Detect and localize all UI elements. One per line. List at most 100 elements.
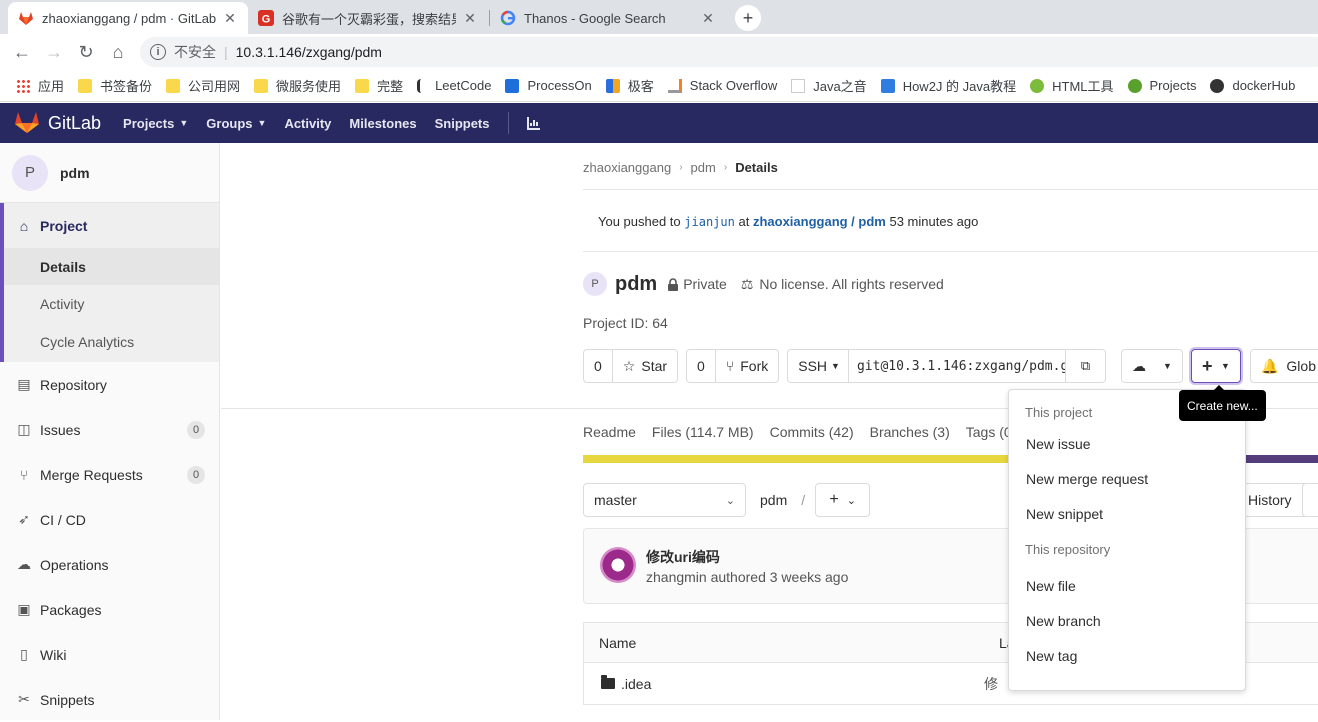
nav-projects[interactable]: Projects ▼ (123, 116, 188, 131)
how2j-icon (880, 78, 895, 93)
path-segment[interactable]: pdm (760, 492, 787, 508)
bookmark-leetcode[interactable]: LeetCode (417, 78, 491, 93)
tab-thanos[interactable]: Thanos - Google Search ✕ (490, 2, 726, 34)
bookmark-folder[interactable]: 完整 (355, 76, 403, 95)
sidebar-item-operations[interactable]: ☁ Operations (0, 542, 219, 587)
close-icon[interactable]: ✕ (700, 10, 716, 27)
bookmark-folder[interactable]: 书签备份 (78, 76, 152, 95)
project-id: Project ID: 64 (583, 315, 668, 331)
bookmark-apps[interactable]: 应用 (16, 76, 64, 95)
browser-tab-strip: zhaoxianggang / pdm · GitLab ✕ G 谷歌有一个灭霸… (0, 0, 1318, 34)
bookmark-processon[interactable]: ProcessOn (505, 78, 592, 93)
nav-activity[interactable]: Activity (284, 116, 331, 131)
bookmark-java[interactable]: Java之音 (791, 76, 867, 95)
page-title: pdm (615, 272, 658, 295)
sidebar-item-snippets[interactable]: ✂ Snippets (0, 677, 219, 722)
add-to-tree-button[interactable]: + ⌄ (815, 483, 871, 517)
menu-new-file[interactable]: New file (1009, 568, 1245, 603)
avatar: P (583, 272, 607, 296)
breadcrumb-namespace[interactable]: zhaoxianggang (583, 160, 671, 175)
branch-select[interactable]: master ⌄ (583, 483, 746, 517)
java-icon (791, 78, 806, 93)
sidebar-item-ci-cd[interactable]: ➶ CI / CD (0, 497, 219, 542)
tab-gitlab[interactable]: zhaoxianggang / pdm · GitLab ✕ (8, 2, 248, 34)
sidebar-subitem-details[interactable]: Details (4, 248, 219, 285)
sidebar-subitem-cycle-analytics[interactable]: Cycle Analytics (4, 322, 219, 362)
mr-count-badge: 0 (187, 465, 205, 484)
leetcode-icon (417, 78, 427, 93)
menu-new-snippet[interactable]: New snippet (1009, 496, 1245, 531)
create-new-dropdown: This project New issue New merge request… (1008, 389, 1246, 691)
menu-new-issue[interactable]: New issue (1009, 426, 1245, 461)
star-count[interactable]: 0 (583, 349, 613, 383)
bookmark-stackoverflow[interactable]: Stack Overflow (667, 78, 777, 93)
stat-files[interactable]: Files (114.7 MB) (652, 424, 754, 440)
breadcrumb-project[interactable]: pdm (691, 160, 716, 175)
menu-new-branch[interactable]: New branch (1009, 603, 1245, 638)
star-button[interactable]: ☆ Star (612, 349, 679, 383)
sidebar-item-project[interactable]: ⌂ Project (4, 203, 219, 248)
clone-url-input[interactable]: git@10.3.1.146:zxgang/pdm.git (848, 349, 1066, 383)
new-tab-button[interactable]: + (735, 5, 761, 31)
breadcrumb: zhaoxianggang › pdm › Details (583, 160, 778, 175)
info-icon[interactable]: i (150, 44, 166, 60)
tab-easter-egg[interactable]: G 谷歌有一个灭霸彩蛋，搜索结果会 ✕ (248, 2, 488, 34)
bookmark-jike[interactable]: 极客 (605, 76, 654, 95)
notification-button[interactable]: 🔔 Glob (1249, 349, 1318, 383)
sidebar-item-packages[interactable]: ▣ Packages (0, 587, 219, 632)
fork-button[interactable]: ⑂ Fork (715, 349, 780, 383)
stat-readme[interactable]: Readme (583, 424, 636, 440)
file-name[interactable]: .idea (621, 676, 984, 692)
sidebar-item-merge-requests[interactable]: ⑂ Merge Requests 0 (0, 452, 219, 497)
copy-url-button[interactable]: ⧉ (1065, 349, 1106, 383)
project-actions: 0 ☆ Star 0 ⑂ Fork SSH ▼ git@10.3.1.146:z… (583, 349, 1318, 383)
stat-branches[interactable]: Branches (3) (870, 424, 950, 440)
processon-icon (505, 78, 520, 93)
fork-count[interactable]: 0 (686, 349, 716, 383)
menu-new-merge-request[interactable]: New merge request (1009, 461, 1245, 496)
close-icon[interactable]: ✕ (222, 10, 238, 27)
scale-icon: ⚖ (740, 275, 754, 292)
nav-milestones[interactable]: Milestones (349, 116, 416, 131)
gitlab-home-link[interactable]: GitLab (14, 110, 101, 137)
analytics-icon[interactable] (526, 116, 541, 130)
clone-protocol-select[interactable]: SSH ▼ (787, 349, 849, 383)
menu-new-tag[interactable]: New tag (1009, 638, 1245, 673)
sidebar-project-header[interactable]: P pdm (0, 143, 219, 203)
home-icon[interactable]: ⌂ (106, 40, 130, 64)
stat-commits[interactable]: Commits (42) (770, 424, 854, 440)
bookmark-folder[interactable]: 微服务使用 (254, 76, 341, 95)
push-project-link[interactable]: zhaoxianggang / pdm (753, 214, 886, 229)
sidebar-item-repository[interactable]: ▤ Repository (0, 362, 219, 407)
bookmark-projects[interactable]: Projects (1127, 78, 1196, 93)
breadcrumb-current[interactable]: Details (735, 160, 778, 175)
bookmark-html[interactable]: HTML工具 (1030, 76, 1114, 95)
commit-message[interactable]: 修改uri编码 (646, 547, 720, 567)
find-file-button[interactable] (1302, 483, 1318, 517)
push-branch-link[interactable]: jianjun (684, 215, 735, 229)
bookmark-folder[interactable]: 公司用网 (166, 76, 240, 95)
address-bar[interactable]: i 不安全 | 10.3.1.146/zxgang/pdm (140, 37, 1318, 67)
reload-icon[interactable]: ↻ (74, 40, 98, 64)
chevron-right-icon: › (679, 162, 683, 173)
history-button[interactable]: History (1239, 483, 1305, 517)
nav-groups[interactable]: Groups ▼ (206, 116, 266, 131)
download-button[interactable]: ☁ ▼ (1120, 349, 1183, 383)
forward-icon[interactable]: → (42, 40, 66, 64)
chevron-down-icon: ▼ (1163, 361, 1172, 371)
back-icon[interactable]: ← (10, 40, 34, 64)
sidebar-subitem-activity[interactable]: Activity (4, 285, 219, 322)
folder-icon (254, 78, 269, 93)
language-segment-primary (583, 455, 1028, 463)
visibility-label: Private (667, 276, 727, 292)
sidebar-item-issues[interactable]: ◫ Issues 0 (0, 407, 219, 452)
create-new-button[interactable]: + ▼ (1190, 349, 1241, 383)
bookmark-how2j[interactable]: How2J 的 Java教程 (880, 76, 1016, 95)
g-icon: G (258, 10, 274, 26)
tab-title: Thanos - Google Search (524, 10, 666, 26)
close-icon[interactable]: ✕ (462, 10, 478, 27)
chevron-down-icon: ▼ (257, 118, 267, 128)
sidebar-item-wiki[interactable]: ▯ Wiki (0, 632, 219, 677)
nav-snippets[interactable]: Snippets (435, 116, 490, 131)
bookmark-dockerhub[interactable]: dockerHub (1210, 78, 1295, 93)
